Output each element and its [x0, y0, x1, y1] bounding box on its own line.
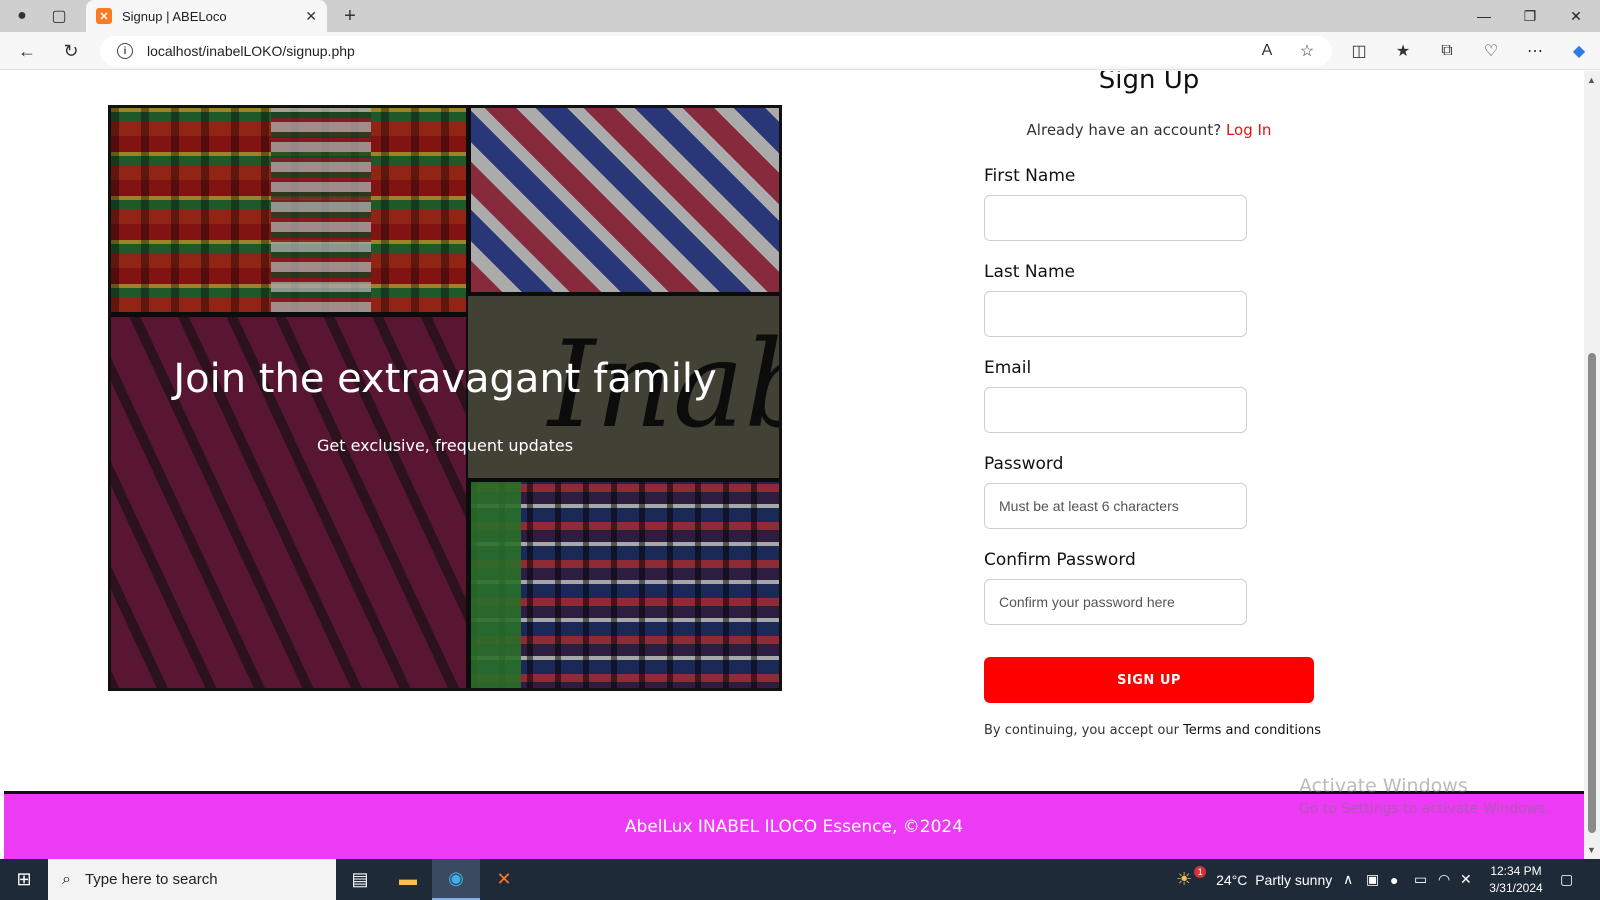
minimize-icon[interactable]: — [1461, 0, 1507, 32]
taskbar-clock[interactable]: 12:34 PM 3/31/2024 [1477, 863, 1555, 897]
watermark-subtitle: Go to Settings to activate Windows. [1299, 801, 1550, 817]
hero-subtitle: Get exclusive, frequent updates [316, 436, 574, 455]
tab-title: Signup | ABELoco [122, 8, 227, 24]
microphone-icon[interactable]: ● [1390, 859, 1398, 900]
performance-icon[interactable]: ♡ [1478, 38, 1504, 64]
tab-actions-icon[interactable]: ▢ [47, 4, 71, 28]
wifi-icon[interactable]: ◠ [1438, 859, 1450, 900]
hero-title: Join the extravagant family [173, 356, 717, 402]
terms-text: By continuing, you accept our Terms and … [984, 723, 1324, 738]
footer-text: AbelLux INABEL ILOCO Essence, ©2024 [624, 816, 964, 837]
task-view-icon[interactable]: ▤ [336, 859, 384, 900]
window-close-icon[interactable]: ✕ [1553, 0, 1599, 32]
last-name-label: Last Name [984, 262, 1075, 282]
favorite-star-icon[interactable]: ☆ [1294, 38, 1320, 64]
password-label: Password [984, 454, 1064, 474]
xampp-favicon-icon: ✕ [96, 8, 112, 24]
hero-image: Inabe Join the extravagant family Get ex… [108, 105, 782, 691]
form-title: Sign Up [1098, 71, 1200, 95]
read-aloud-icon[interactable]: A [1254, 38, 1280, 64]
scrollbar-thumb[interactable] [1588, 353, 1596, 833]
search-icon: ⌕ [62, 870, 71, 888]
new-tab-icon[interactable]: + [338, 3, 362, 29]
page-viewport: Inabe Join the extravagant family Get ex… [0, 71, 1600, 859]
taskbar-search[interactable]: ⌕ Type here to search [48, 859, 336, 900]
browser-tab-bar: ● ▢ ✕ Signup | ABELoco ✕ + — ❐ ✕ [0, 0, 1600, 32]
copilot-icon[interactable]: ◆ [1566, 38, 1592, 64]
watermark-title: Activate Windows [1299, 775, 1468, 797]
browser-toolbar: ← ↻ i localhost/inabelLOKO/signup.php A … [0, 32, 1600, 70]
taskbar-search-placeholder: Type here to search [84, 871, 218, 888]
file-explorer-icon[interactable]: ▬ [384, 859, 432, 900]
tab-close-icon[interactable]: ✕ [305, 8, 317, 25]
scroll-down-icon[interactable]: ▼ [1587, 845, 1596, 855]
split-screen-icon[interactable]: ◫ [1346, 38, 1372, 64]
confirm-password-input[interactable] [984, 579, 1247, 625]
scroll-up-icon[interactable]: ▲ [1587, 75, 1596, 85]
terms-link[interactable]: Terms and conditions [1183, 723, 1321, 738]
page-scrollbar[interactable]: ▲ ▼ [1584, 71, 1600, 859]
restore-icon[interactable]: ❐ [1507, 0, 1553, 32]
confirm-password-label: Confirm Password [984, 550, 1136, 570]
notifications-icon[interactable]: ▢ [1560, 859, 1573, 900]
profile-icon[interactable]: ● [10, 4, 34, 28]
battery-icon[interactable]: ▭ [1414, 859, 1427, 900]
first-name-input[interactable] [984, 195, 1247, 241]
windows-start-icon[interactable]: ⊞ [0, 859, 48, 900]
browser-tab[interactable]: ✕ Signup | ABELoco ✕ [86, 0, 327, 32]
site-info-icon[interactable]: i [117, 43, 133, 59]
first-name-label: First Name [984, 166, 1076, 186]
weather-sun-icon: ☀ [1176, 869, 1193, 889]
weather-badge: 1 [1194, 865, 1207, 878]
last-name-input[interactable] [984, 291, 1247, 337]
favorites-icon[interactable]: ★ [1390, 38, 1416, 64]
weather-desc: Partly sunny [1255, 871, 1333, 888]
email-label: Email [984, 358, 1032, 378]
password-input[interactable] [984, 483, 1247, 529]
address-bar[interactable]: i localhost/inabelLOKO/signup.php [100, 36, 1332, 66]
windows-taskbar: ⊞ ⌕ Type here to search ▤ ▬ ◉ ✕ ☀ 1 24°C… [0, 859, 1600, 900]
volume-muted-icon[interactable]: ✕ [1460, 859, 1472, 900]
clock-time: 12:34 PM [1490, 864, 1542, 878]
tray-chevron-icon[interactable]: ∧ [1343, 859, 1353, 900]
collections-icon[interactable]: ⧉ [1434, 38, 1460, 64]
meet-now-icon[interactable]: ▣ [1366, 859, 1379, 900]
refresh-icon[interactable]: ↻ [58, 38, 84, 64]
more-menu-icon[interactable]: ⋯ [1522, 38, 1548, 64]
login-link[interactable]: Log In [1226, 121, 1272, 139]
xampp-icon[interactable]: ✕ [480, 859, 528, 900]
url-text: localhost/inabelLOKO/signup.php [147, 43, 355, 59]
terms-prefix: By continuing, you accept our [984, 723, 1179, 738]
edge-browser-icon[interactable]: ◉ [432, 859, 480, 900]
email-input[interactable] [984, 387, 1247, 433]
login-prompt: Already have an account? Log In [984, 121, 1314, 139]
login-prompt-text: Already have an account? [1026, 121, 1222, 139]
clock-date: 3/31/2024 [1489, 881, 1543, 895]
back-arrow-icon[interactable]: ← [14, 38, 40, 64]
weather-widget[interactable]: ☀ 1 24°C Partly sunny [1176, 859, 1332, 900]
signup-button[interactable]: SIGN UP [984, 657, 1314, 703]
weather-temp: 24°C [1216, 871, 1248, 888]
activate-windows-watermark: Activate Windows Go to Settings to activ… [1299, 775, 1550, 817]
